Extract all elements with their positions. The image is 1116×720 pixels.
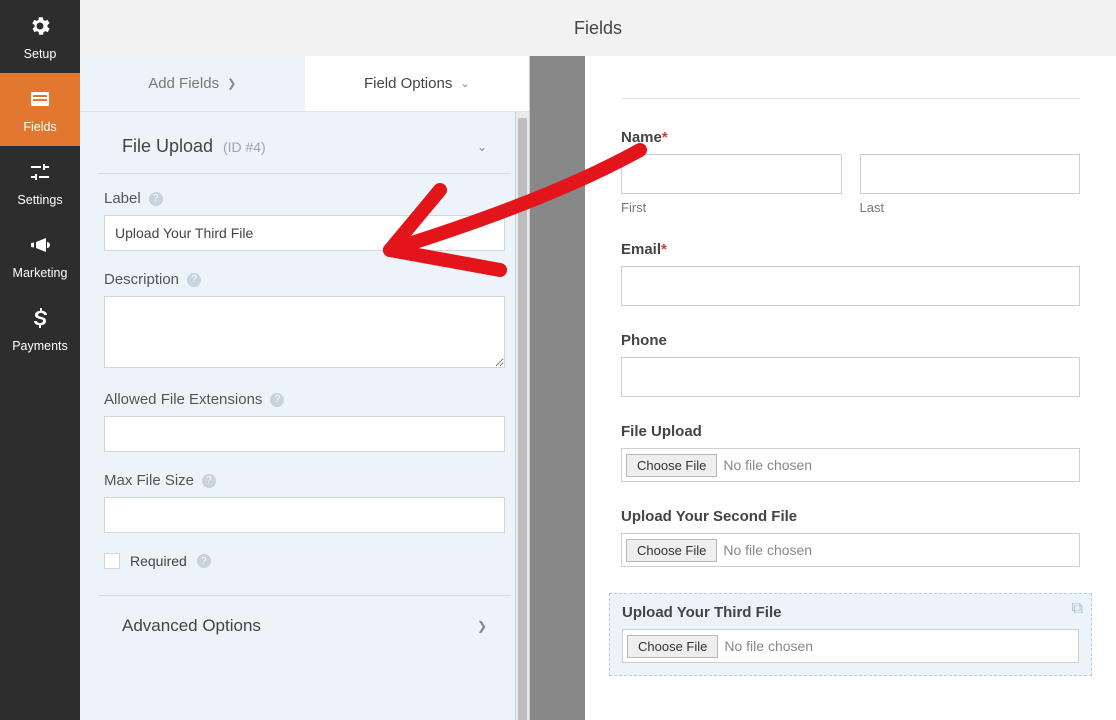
preview-first-label: First: [621, 200, 842, 215]
page-title-bar: Fields: [80, 0, 1116, 56]
choose-file-button[interactable]: Choose File: [626, 454, 717, 477]
max-file-size-label: Max File Size: [104, 472, 194, 489]
preview-file3-field[interactable]: ⧉ Upload Your Third File Choose File No …: [609, 593, 1092, 676]
help-icon[interactable]: ?: [202, 474, 216, 488]
label-label: Label: [104, 190, 141, 207]
description-input[interactable]: [104, 296, 505, 368]
preview-name-label: Name: [621, 129, 662, 146]
preview-email-input[interactable]: [621, 266, 1080, 306]
sidebar-item-label: Payments: [12, 339, 68, 353]
megaphone-icon: [28, 233, 52, 260]
preview-last-name-input[interactable]: [860, 154, 1081, 194]
sidebar-item-fields[interactable]: Fields: [0, 73, 80, 146]
sidebar-item-label: Settings: [17, 193, 62, 207]
chevron-down-icon: ⌄: [460, 77, 469, 90]
preview-file2-input[interactable]: Choose File No file chosen: [621, 533, 1080, 567]
advanced-options-toggle[interactable]: Advanced Options ❯: [98, 595, 511, 656]
sidebar-item-setup[interactable]: Setup: [0, 0, 80, 73]
chevron-right-icon: ❯: [227, 77, 236, 90]
preview-file1-label: File Upload: [621, 423, 1080, 440]
required-asterisk: *: [662, 129, 668, 146]
tab-field-options[interactable]: Field Options ⌄: [305, 56, 530, 111]
help-icon[interactable]: ?: [149, 192, 163, 206]
dollar-icon: [28, 306, 52, 333]
scrollbar[interactable]: [515, 112, 529, 720]
preview-phone-input[interactable]: [621, 357, 1080, 397]
panel-divider: [530, 56, 585, 720]
allowed-extensions-input[interactable]: [104, 416, 505, 452]
required-asterisk: *: [661, 241, 667, 258]
form-preview: Name* First Last: [585, 56, 1116, 720]
field-type-title: File Upload: [122, 136, 213, 156]
allowed-extensions-label: Allowed File Extensions: [104, 391, 262, 408]
preview-file1-input[interactable]: Choose File No file chosen: [621, 448, 1080, 482]
help-icon[interactable]: ?: [197, 554, 211, 568]
preview-first-name-input[interactable]: [621, 154, 842, 194]
description-label: Description: [104, 271, 179, 288]
sidebar-item-label: Fields: [23, 120, 56, 134]
help-icon[interactable]: ?: [270, 393, 284, 407]
sidebar-item-label: Setup: [24, 47, 57, 61]
sidebar-item-marketing[interactable]: Marketing: [0, 219, 80, 292]
sidebar: Setup Fields Settings Marketing Payments: [0, 0, 80, 720]
no-file-text: No file chosen: [721, 542, 812, 558]
help-icon[interactable]: ?: [187, 273, 201, 287]
sidebar-item-label: Marketing: [13, 266, 68, 280]
preview-file3-input[interactable]: Choose File No file chosen: [622, 629, 1079, 663]
form-icon: [28, 87, 52, 114]
chevron-right-icon: ❯: [477, 619, 487, 633]
no-file-text: No file chosen: [721, 457, 812, 473]
choose-file-button[interactable]: Choose File: [627, 635, 718, 658]
required-label: Required: [130, 553, 187, 569]
field-options-panel: Add Fields ❯ Field Options ⌄ File Upload: [80, 56, 530, 720]
tab-add-fields[interactable]: Add Fields ❯: [80, 56, 305, 111]
page-title: Fields: [574, 18, 622, 39]
preview-file2-label: Upload Your Second File: [621, 508, 1080, 525]
field-section-header[interactable]: File Upload (ID #4) ⌄: [98, 112, 511, 174]
sidebar-item-payments[interactable]: Payments: [0, 292, 80, 365]
preview-email-label: Email: [621, 241, 661, 258]
gear-icon: [28, 14, 52, 41]
preview-file3-label: Upload Your Third File: [622, 604, 1079, 621]
chevron-down-icon: ⌄: [477, 140, 487, 154]
field-id: (ID #4): [223, 139, 266, 155]
duplicate-icon[interactable]: ⧉: [1072, 600, 1083, 618]
preview-last-label: Last: [860, 200, 1081, 215]
choose-file-button[interactable]: Choose File: [626, 539, 717, 562]
sliders-icon: [28, 160, 52, 187]
required-checkbox[interactable]: [104, 553, 120, 569]
preview-phone-label: Phone: [621, 332, 1080, 349]
no-file-text: No file chosen: [722, 638, 813, 654]
max-file-size-input[interactable]: [104, 497, 505, 533]
divider: [621, 98, 1080, 99]
label-input[interactable]: [104, 215, 505, 251]
sidebar-item-settings[interactable]: Settings: [0, 146, 80, 219]
